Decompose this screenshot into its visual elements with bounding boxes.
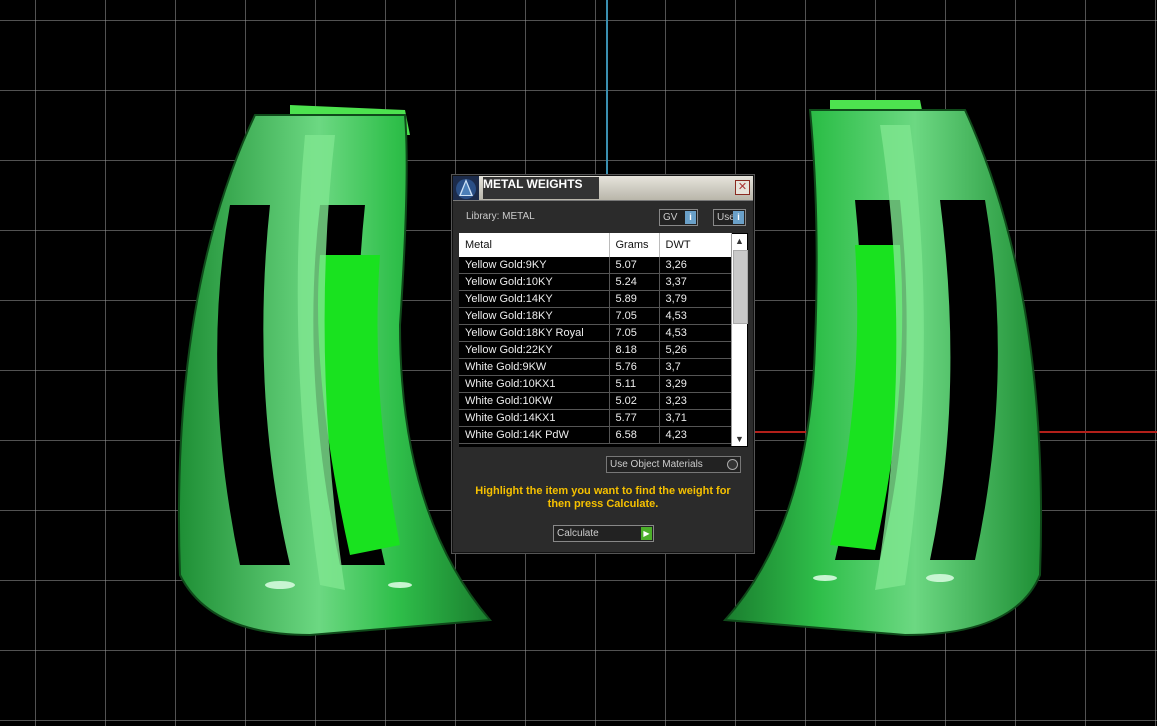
metal-cell: White Gold:14KX1 (459, 409, 610, 427)
instruction-text: Highlight the item you want to find the … (475, 485, 731, 510)
grams-cell: 5.76 (609, 358, 660, 376)
dwt-cell: 3,37 (659, 273, 732, 291)
column-header-dwt[interactable]: DWT (659, 233, 732, 257)
play-arrow-icon: ▶ (641, 527, 652, 540)
table-row[interactable]: Yellow Gold:18KY Royal 7.05 4,53 (459, 324, 732, 342)
3d-viewport[interactable]: METAL WEIGHTS ✕ Library: METAL GV i User… (0, 0, 1157, 726)
metal-cell: Yellow Gold:22KY (459, 341, 610, 359)
grams-cell: 5.77 (609, 409, 660, 427)
metal-cell: Yellow Gold:18KY Royal (459, 324, 610, 342)
gv-label: GV (663, 212, 678, 223)
scroll-down-icon[interactable]: ▼ (732, 432, 747, 446)
table-row[interactable]: Yellow Gold:10KY 5.24 3,37 (459, 273, 732, 291)
table-scrollbar[interactable]: ▲ ▼ (731, 234, 748, 446)
metal-cell: Yellow Gold:10KY (459, 273, 610, 291)
table-row[interactable]: Yellow Gold:9KY 5.07 3,26 (459, 257, 732, 274)
grams-cell: 5.11 (609, 375, 660, 393)
grams-cell: 5.89 (609, 290, 660, 308)
metal-cell: Yellow Gold:18KY (459, 307, 610, 325)
gv-button[interactable]: GV i (659, 209, 698, 226)
dialog-titlebar[interactable]: METAL WEIGHTS ✕ (453, 176, 753, 201)
use-object-materials-label: Use Object Materials (610, 459, 703, 470)
calculate-button[interactable]: Calculate ▶ (553, 525, 654, 542)
table-row[interactable]: White Gold:10KX1 5.11 3,29 (459, 375, 732, 393)
info-icon: i (685, 211, 696, 224)
dwt-cell: 3,71 (659, 409, 732, 427)
column-header-grams[interactable]: Grams (609, 233, 660, 257)
y-axis-line (606, 0, 608, 180)
grams-cell: 8.18 (609, 341, 660, 359)
user-button[interactable]: User i (713, 209, 746, 226)
dwt-cell: 4,53 (659, 324, 732, 342)
close-icon[interactable]: ✕ (735, 180, 750, 195)
grams-cell: 6.58 (609, 426, 660, 444)
table-row[interactable]: Yellow Gold:18KY 7.05 4,53 (459, 307, 732, 325)
library-label: Library: METAL (466, 211, 535, 222)
use-object-materials-option[interactable]: Use Object Materials (606, 456, 741, 473)
metal-cell: White Gold:10KW (459, 392, 610, 410)
table-row[interactable]: Yellow Gold:22KY 8.18 5,26 (459, 341, 732, 359)
dwt-cell: 3,23 (659, 392, 732, 410)
grams-cell: 5.07 (609, 257, 660, 274)
column-header-metal[interactable]: Metal (459, 233, 610, 257)
metal-cell: White Gold:9KW (459, 358, 610, 376)
scroll-up-icon[interactable]: ▲ (732, 234, 747, 248)
dwt-cell: 3,79 (659, 290, 732, 308)
dwt-cell: 3,7 (659, 358, 732, 376)
grams-cell: 7.05 (609, 324, 660, 342)
grams-cell: 5.02 (609, 392, 660, 410)
metal-cell: Yellow Gold:9KY (459, 257, 610, 274)
metal-table: Metal Grams DWT Yellow Gold:9KY 5.07 3,26 … (459, 233, 748, 447)
metal-cell: White Gold:14K PdW (459, 426, 610, 444)
metal-cell: Yellow Gold:14KY (459, 290, 610, 308)
info-icon: i (733, 211, 744, 224)
table-row[interactable]: White Gold:9KW 5.76 3,7 (459, 358, 732, 376)
grams-cell: 7.05 (609, 307, 660, 325)
metal-cell: White Gold:10KX1 (459, 375, 610, 393)
app-logo-icon (453, 176, 479, 200)
calculate-label: Calculate (557, 528, 599, 539)
metal-weights-dialog: METAL WEIGHTS ✕ Library: METAL GV i User… (452, 175, 754, 553)
table-row[interactable]: White Gold:10KW 5.02 3,23 (459, 392, 732, 410)
dialog-title: METAL WEIGHTS (483, 177, 599, 199)
dwt-cell: 3,29 (659, 375, 732, 393)
dwt-cell: 5,26 (659, 341, 732, 359)
scroll-thumb[interactable] (733, 250, 748, 324)
table-row[interactable]: White Gold:14KX1 5.77 3,71 (459, 409, 732, 427)
ring-model-right[interactable] (715, 95, 1055, 640)
table-row[interactable]: Yellow Gold:14KY 5.89 3,79 (459, 290, 732, 308)
grams-cell: 5.24 (609, 273, 660, 291)
dwt-cell: 3,26 (659, 257, 732, 274)
dwt-cell: 4,23 (659, 426, 732, 444)
radio-button-icon[interactable] (727, 459, 738, 470)
dwt-cell: 4,53 (659, 307, 732, 325)
table-row[interactable]: White Gold:14K PdW 6.58 4,23 (459, 426, 732, 444)
